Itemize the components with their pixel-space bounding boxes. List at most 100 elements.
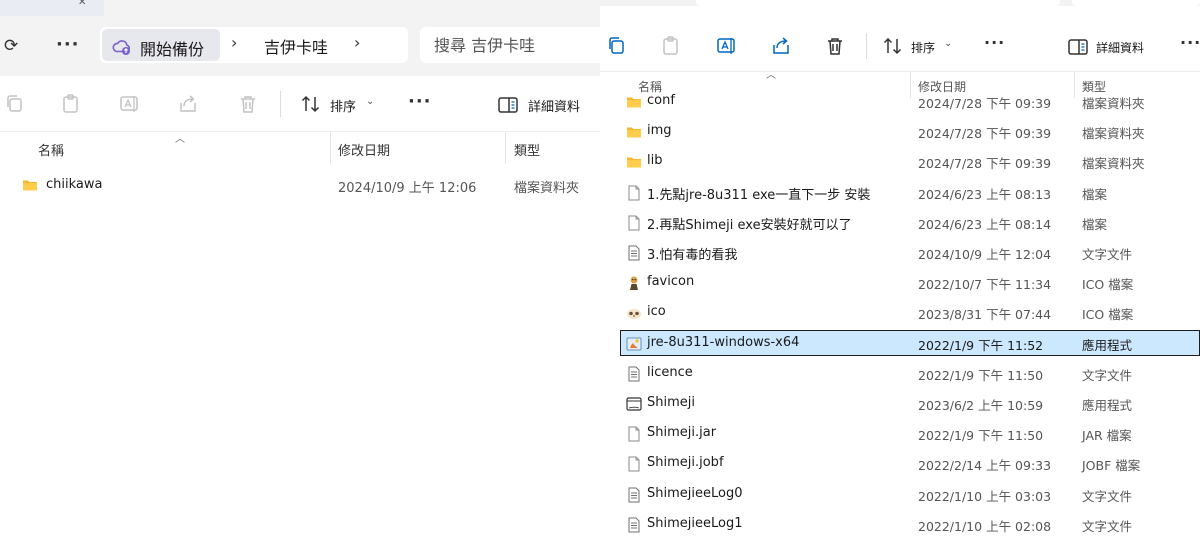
search-input[interactable] — [434, 33, 594, 57]
more-options-icon[interactable]: ··· — [408, 91, 432, 112]
file-modified: 2022/1/9 下午 11:52 — [918, 337, 1044, 353]
file-type: 文字文件 — [1082, 488, 1133, 504]
address-bar-edge — [600, 0, 1200, 6]
paste-icon[interactable] — [60, 93, 82, 115]
file-modified: 2024/7/28 下午 09:39 — [918, 126, 1052, 142]
file-type: 檔案 — [1082, 216, 1108, 232]
file-row[interactable]: ico 2023/8/31 下午 07:44 ICO 檔案 — [600, 299, 1200, 329]
column-modified-header[interactable]: 修改日期 — [338, 140, 390, 159]
copy-icon[interactable] — [4, 93, 26, 115]
file-name: 3.怕有毒的看我 — [647, 248, 738, 263]
file-type: 應用程式 — [1082, 398, 1133, 413]
close-tab-icon[interactable]: ✕ — [78, 0, 92, 10]
sort-label[interactable]: 排序 — [330, 96, 356, 115]
delete-icon[interactable] — [237, 93, 259, 115]
rename-icon[interactable] — [118, 93, 140, 115]
file-row[interactable]: licence 2022/1/9 下午 11:50 文字文件 — [600, 360, 1200, 390]
details-label[interactable]: 詳細資料 — [528, 96, 580, 115]
cloud-backup-icon — [112, 40, 131, 55]
text-file-icon — [626, 245, 642, 261]
file-name: licence — [647, 364, 693, 380]
column-name-header[interactable]: 名稱 — [38, 140, 64, 159]
column-type-header[interactable]: 類型 — [1082, 78, 1106, 95]
file-name: chiikawa — [46, 177, 103, 192]
file-row[interactable]: ShimejieeLog0 2022/1/10 上午 03:03 文字文件 — [600, 481, 1200, 511]
file-row[interactable]: Shimeji 2023/6/2 上午 10:59 應用程式 — [600, 390, 1200, 420]
file-name: ico — [647, 304, 666, 320]
file-type: ICO 檔案 — [1082, 307, 1134, 323]
character-face-icon — [626, 305, 642, 321]
sort-chevron-down-icon[interactable]: ⌄ — [944, 38, 952, 49]
copy-icon[interactable] — [606, 35, 628, 57]
folder-icon — [626, 124, 642, 140]
more-options-icon[interactable]: ··· — [1180, 33, 1200, 52]
left-explorer-window: ✕ ⟳ ··· 開始備份 › 吉伊卡哇 › 搜尋 吉伊卡哇 排序 ⌄ ··· 詳… — [0, 0, 600, 540]
column-modified-header[interactable]: 修改日期 — [918, 78, 966, 95]
file-modified: 2024/7/28 下午 09:39 — [918, 156, 1052, 172]
share-icon[interactable] — [770, 35, 792, 57]
share-icon[interactable] — [177, 93, 199, 115]
file-type: 檔案資料夾 — [1082, 156, 1145, 172]
refresh-icon[interactable]: ⟳ — [4, 36, 18, 56]
details-pane-icon[interactable] — [1067, 36, 1089, 58]
blank-file-icon — [626, 456, 642, 472]
active-tab[interactable] — [104, 0, 600, 16]
file-type: 文字文件 — [1082, 518, 1133, 534]
file-row[interactable]: conf 2024/7/28 下午 09:39 檔案資料夾 — [600, 94, 1200, 118]
file-name: conf — [647, 94, 675, 108]
file-row[interactable]: 1.先點jre-8u311 exe一直下一步 安裝 2024/6/23 上午 08… — [600, 179, 1200, 209]
more-options-icon[interactable]: ··· — [56, 34, 80, 55]
file-modified: 2022/1/10 上午 02:08 — [918, 518, 1052, 534]
paste-icon[interactable] — [660, 35, 682, 57]
delete-icon[interactable] — [824, 35, 846, 57]
folder-icon — [626, 154, 642, 170]
search-box[interactable] — [420, 27, 600, 63]
file-row[interactable]: 3.怕有毒的看我 2024/10/9 上午 12:04 文字文件 — [600, 239, 1200, 269]
file-row[interactable]: 2.再點Shimeji exe安裝好就可以了 2024/6/23 上午 08:14… — [600, 209, 1200, 239]
file-row[interactable]: chiikawa 2024/10/9 上午 12:06 檔案資料夾 — [0, 172, 600, 200]
file-row[interactable]: Shimeji.jar 2022/1/9 下午 11:50 JAR 檔案 — [600, 420, 1200, 450]
breadcrumb[interactable]: 開始備份 › 吉伊卡哇 › — [100, 27, 408, 63]
command-bar: 排序 ⌄ ··· 詳細資料 ··· — [600, 20, 1200, 72]
file-name: img — [647, 123, 672, 139]
column-name-header[interactable]: 名稱 — [638, 78, 662, 95]
file-modified: 2022/1/10 上午 03:03 — [918, 488, 1052, 504]
file-row[interactable]: ShimejieeLog1 2022/1/10 上午 02:08 文字文件 — [600, 511, 1200, 540]
file-type: 文字文件 — [1082, 367, 1133, 383]
breadcrumb-chevron-icon[interactable]: › — [231, 33, 237, 52]
file-row[interactable]: lib 2024/7/28 下午 09:39 檔案資料夾 — [600, 148, 1200, 178]
more-options-icon[interactable]: ··· — [984, 33, 1005, 52]
file-name: jre-8u311-windows-x64 — [647, 334, 800, 350]
breadcrumb-folder[interactable]: 吉伊卡哇 — [264, 34, 328, 58]
column-divider[interactable] — [505, 132, 506, 164]
rename-icon[interactable] — [715, 35, 737, 57]
file-type: 檔案資料夾 — [514, 181, 580, 196]
sort-label[interactable]: 排序 — [911, 39, 935, 56]
blank-file-icon — [626, 185, 642, 201]
details-pane-icon[interactable] — [497, 94, 519, 116]
sort-icon[interactable] — [300, 93, 322, 115]
folder-icon — [626, 94, 642, 110]
column-divider[interactable] — [330, 132, 331, 164]
sort-caret-up-icon: ︿ — [766, 70, 776, 81]
file-name: Shimeji — [647, 395, 695, 410]
sort-chevron-down-icon[interactable]: ⌄ — [366, 96, 374, 107]
toolbar-divider — [866, 33, 867, 59]
column-header-row: ︿ 名稱 修改日期 類型 — [0, 132, 600, 164]
file-type: JOBF 檔案 — [1082, 458, 1141, 474]
column-type-header[interactable]: 類型 — [514, 140, 540, 159]
file-name: 2.再點Shimeji exe安裝好就可以了 — [647, 217, 852, 233]
breadcrumb-home-label: 開始備份 — [140, 40, 205, 59]
details-label[interactable]: 詳細資料 — [1096, 39, 1144, 56]
breadcrumb-chevron-icon[interactable]: › — [354, 33, 360, 52]
file-row[interactable]: img 2024/7/28 下午 09:39 檔案資料夾 — [600, 118, 1200, 148]
breadcrumb-home-chip[interactable]: 開始備份 — [102, 29, 220, 61]
file-row-selected[interactable]: jre-8u311-windows-x64 2022/1/9 下午 11:52 應用… — [600, 329, 1200, 360]
file-row[interactable]: favicon 2022/10/7 下午 11:34 ICO 檔案 — [600, 269, 1200, 299]
file-name: Shimeji.jobf — [647, 455, 724, 471]
file-modified: 2022/10/7 下午 11:34 — [918, 277, 1052, 293]
sort-icon[interactable] — [882, 35, 904, 57]
file-modified: 2024/6/23 上午 08:13 — [918, 186, 1052, 202]
file-row[interactable]: Shimeji.jobf 2022/2/14 上午 09:33 JOBF 檔案 — [600, 450, 1200, 480]
text-file-icon — [626, 366, 642, 382]
